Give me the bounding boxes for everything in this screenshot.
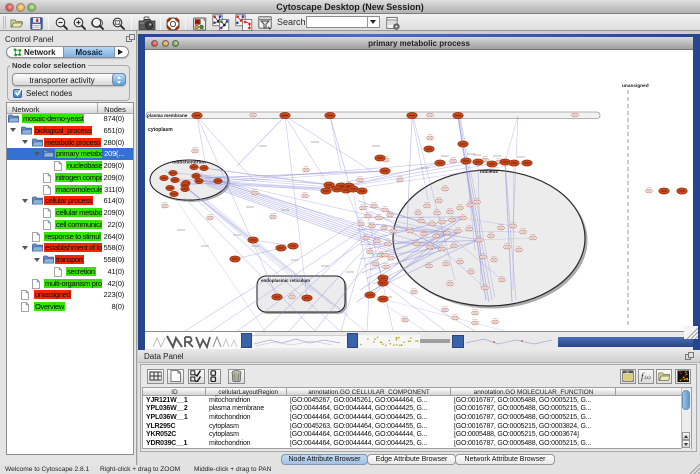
svg-text:(x): (x) xyxy=(645,374,651,381)
svg-text:mitochondrion: mitochondrion xyxy=(172,160,206,166)
svg-text:endoplasmic reticulum: endoplasmic reticulum xyxy=(261,278,310,283)
svg-text:nucleus: nucleus xyxy=(480,169,498,175)
svg-text:unassigned: unassigned xyxy=(622,83,649,89)
svg-text:plasma membrane: plasma membrane xyxy=(147,113,188,118)
svg-text:cytoplasm: cytoplasm xyxy=(148,127,173,133)
